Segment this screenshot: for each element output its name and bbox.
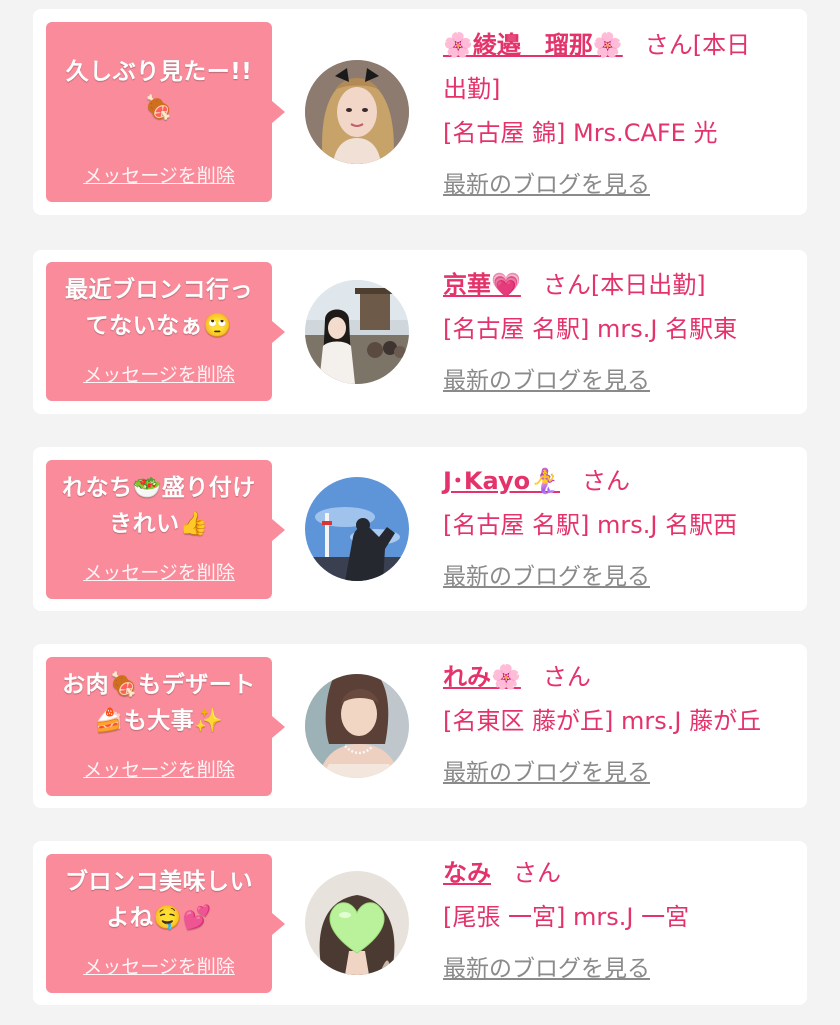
cast-info: 京華💗 さん[本日出勤] [名古屋 名駅] mrs.J 名駅東 最新のブログを見る [443, 263, 789, 403]
cast-suffix: さん[本日出勤] [542, 271, 706, 299]
cast-name-line: 🌸綾邉 瑠那🌸 さん[本日出勤] [443, 23, 789, 111]
shop-label: [名東区 藤が丘] mrs.J 藤が丘 [443, 707, 762, 735]
latest-blog-link[interactable]: 最新のブログを見る [443, 947, 650, 991]
cast-name-line: 京華💗 さん[本日出勤] [443, 263, 789, 307]
message-card: ブロンコ美味しい よね🤤💕 メッセージを削除 なみ さん [尾張 一宮] mrs.J… [33, 841, 807, 1005]
cast-name-link[interactable]: J･Kayo🧜‍♀️ [443, 467, 560, 495]
cast-suffix-cont: 出勤] [443, 75, 501, 103]
avatar[interactable] [305, 674, 409, 778]
avatar-photo [305, 674, 409, 778]
avatar-photo [305, 280, 409, 384]
avatar[interactable] [305, 871, 409, 975]
message-card: れなち🥗盛り付け きれい👍 メッセージを削除 J･Kayo🧜‍♀️ さん [名古屋 … [33, 447, 807, 611]
cast-suffix: さん [513, 859, 561, 887]
shop-label: [名古屋 名駅] mrs.J 名駅西 [443, 511, 738, 539]
cast-name-line: れみ🌸 さん [443, 655, 789, 699]
cast-name-line: なみ さん [443, 851, 789, 895]
message-list: 久しぶり見たー!! 🍖 メッセージを削除 🌸綾邉 瑠那🌸 さん[本日 出勤] [名古 [0, 0, 840, 1025]
shop-label: [名古屋 錦] Mrs.CAFE 光 [443, 119, 718, 147]
avatar[interactable] [305, 280, 409, 384]
message-text: 久しぶり見たー!! 🍖 [65, 59, 253, 121]
avatar-photo [305, 477, 409, 581]
message-card: 最近ブロンコ行っ てないなぁ🙄 メッセージを削除 京華💗 さん[本日出勤] [名… [33, 250, 807, 414]
message-bubble: 久しぶり見たー!! 🍖 メッセージを削除 [46, 22, 285, 202]
shop-label: [尾張 一宮] mrs.J 一宮 [443, 903, 690, 931]
message-text: 最近ブロンコ行っ てないなぁ🙄 [65, 277, 253, 339]
message-card: お肉🍖もデザート 🍰も大事✨ メッセージを削除 れみ🌸 さん [名東区 藤が丘] m… [33, 644, 807, 808]
cast-suffix: さん[本日 [644, 31, 751, 59]
cast-name-link[interactable]: 🌸綾邉 瑠那🌸 [443, 31, 623, 59]
cast-name-link[interactable]: 京華💗 [443, 271, 521, 299]
cast-info: 🌸綾邉 瑠那🌸 さん[本日出勤] [名古屋 錦] Mrs.CAFE 光 最新のブロ… [443, 23, 789, 207]
avatar-photo [305, 60, 409, 164]
message-bubble: 最近ブロンコ行っ てないなぁ🙄 メッセージを削除 [46, 262, 285, 401]
latest-blog-link[interactable]: 最新のブログを見る [443, 359, 650, 403]
shop-label: [名古屋 名駅] mrs.J 名駅東 [443, 315, 738, 343]
latest-blog-link[interactable]: 最新のブログを見る [443, 751, 650, 795]
cast-info: れみ🌸 さん [名東区 藤が丘] mrs.J 藤が丘 最新のブログを見る [443, 655, 789, 795]
cast-name-line: J･Kayo🧜‍♀️ さん [443, 459, 789, 503]
avatar-photo [305, 871, 409, 975]
avatar[interactable] [305, 60, 409, 164]
message-text: ブロンコ美味しい よね🤤💕 [65, 869, 253, 931]
avatar[interactable] [305, 477, 409, 581]
delete-message-link[interactable]: メッセージを削除 [46, 558, 272, 585]
cast-suffix: さん [542, 663, 591, 691]
cast-info: J･Kayo🧜‍♀️ さん [名古屋 名駅] mrs.J 名駅西 最新のブログを見… [443, 459, 789, 599]
latest-blog-link[interactable]: 最新のブログを見る [443, 555, 650, 599]
message-bubble: ブロンコ美味しい よね🤤💕 メッセージを削除 [46, 854, 285, 993]
cast-name-link[interactable]: なみ [443, 859, 491, 887]
cast-suffix: さん [582, 467, 630, 495]
delete-message-link[interactable]: メッセージを削除 [46, 161, 272, 188]
cast-name-link[interactable]: れみ🌸 [443, 663, 521, 691]
message-card: 久しぶり見たー!! 🍖 メッセージを削除 🌸綾邉 瑠那🌸 さん[本日 出勤] [名古 [33, 9, 807, 215]
latest-blog-link[interactable]: 最新のブログを見る [443, 163, 650, 207]
message-bubble: れなち🥗盛り付け きれい👍 メッセージを削除 [46, 460, 285, 599]
message-bubble: お肉🍖もデザート 🍰も大事✨ メッセージを削除 [46, 657, 285, 796]
delete-message-link[interactable]: メッセージを削除 [46, 360, 272, 387]
message-text: れなち🥗盛り付け きれい👍 [62, 475, 256, 537]
cast-info: なみ さん [尾張 一宮] mrs.J 一宮 最新のブログを見る [443, 851, 789, 991]
delete-message-link[interactable]: メッセージを削除 [46, 952, 272, 979]
delete-message-link[interactable]: メッセージを削除 [46, 755, 272, 782]
message-text: お肉🍖もデザート 🍰も大事✨ [62, 672, 256, 734]
